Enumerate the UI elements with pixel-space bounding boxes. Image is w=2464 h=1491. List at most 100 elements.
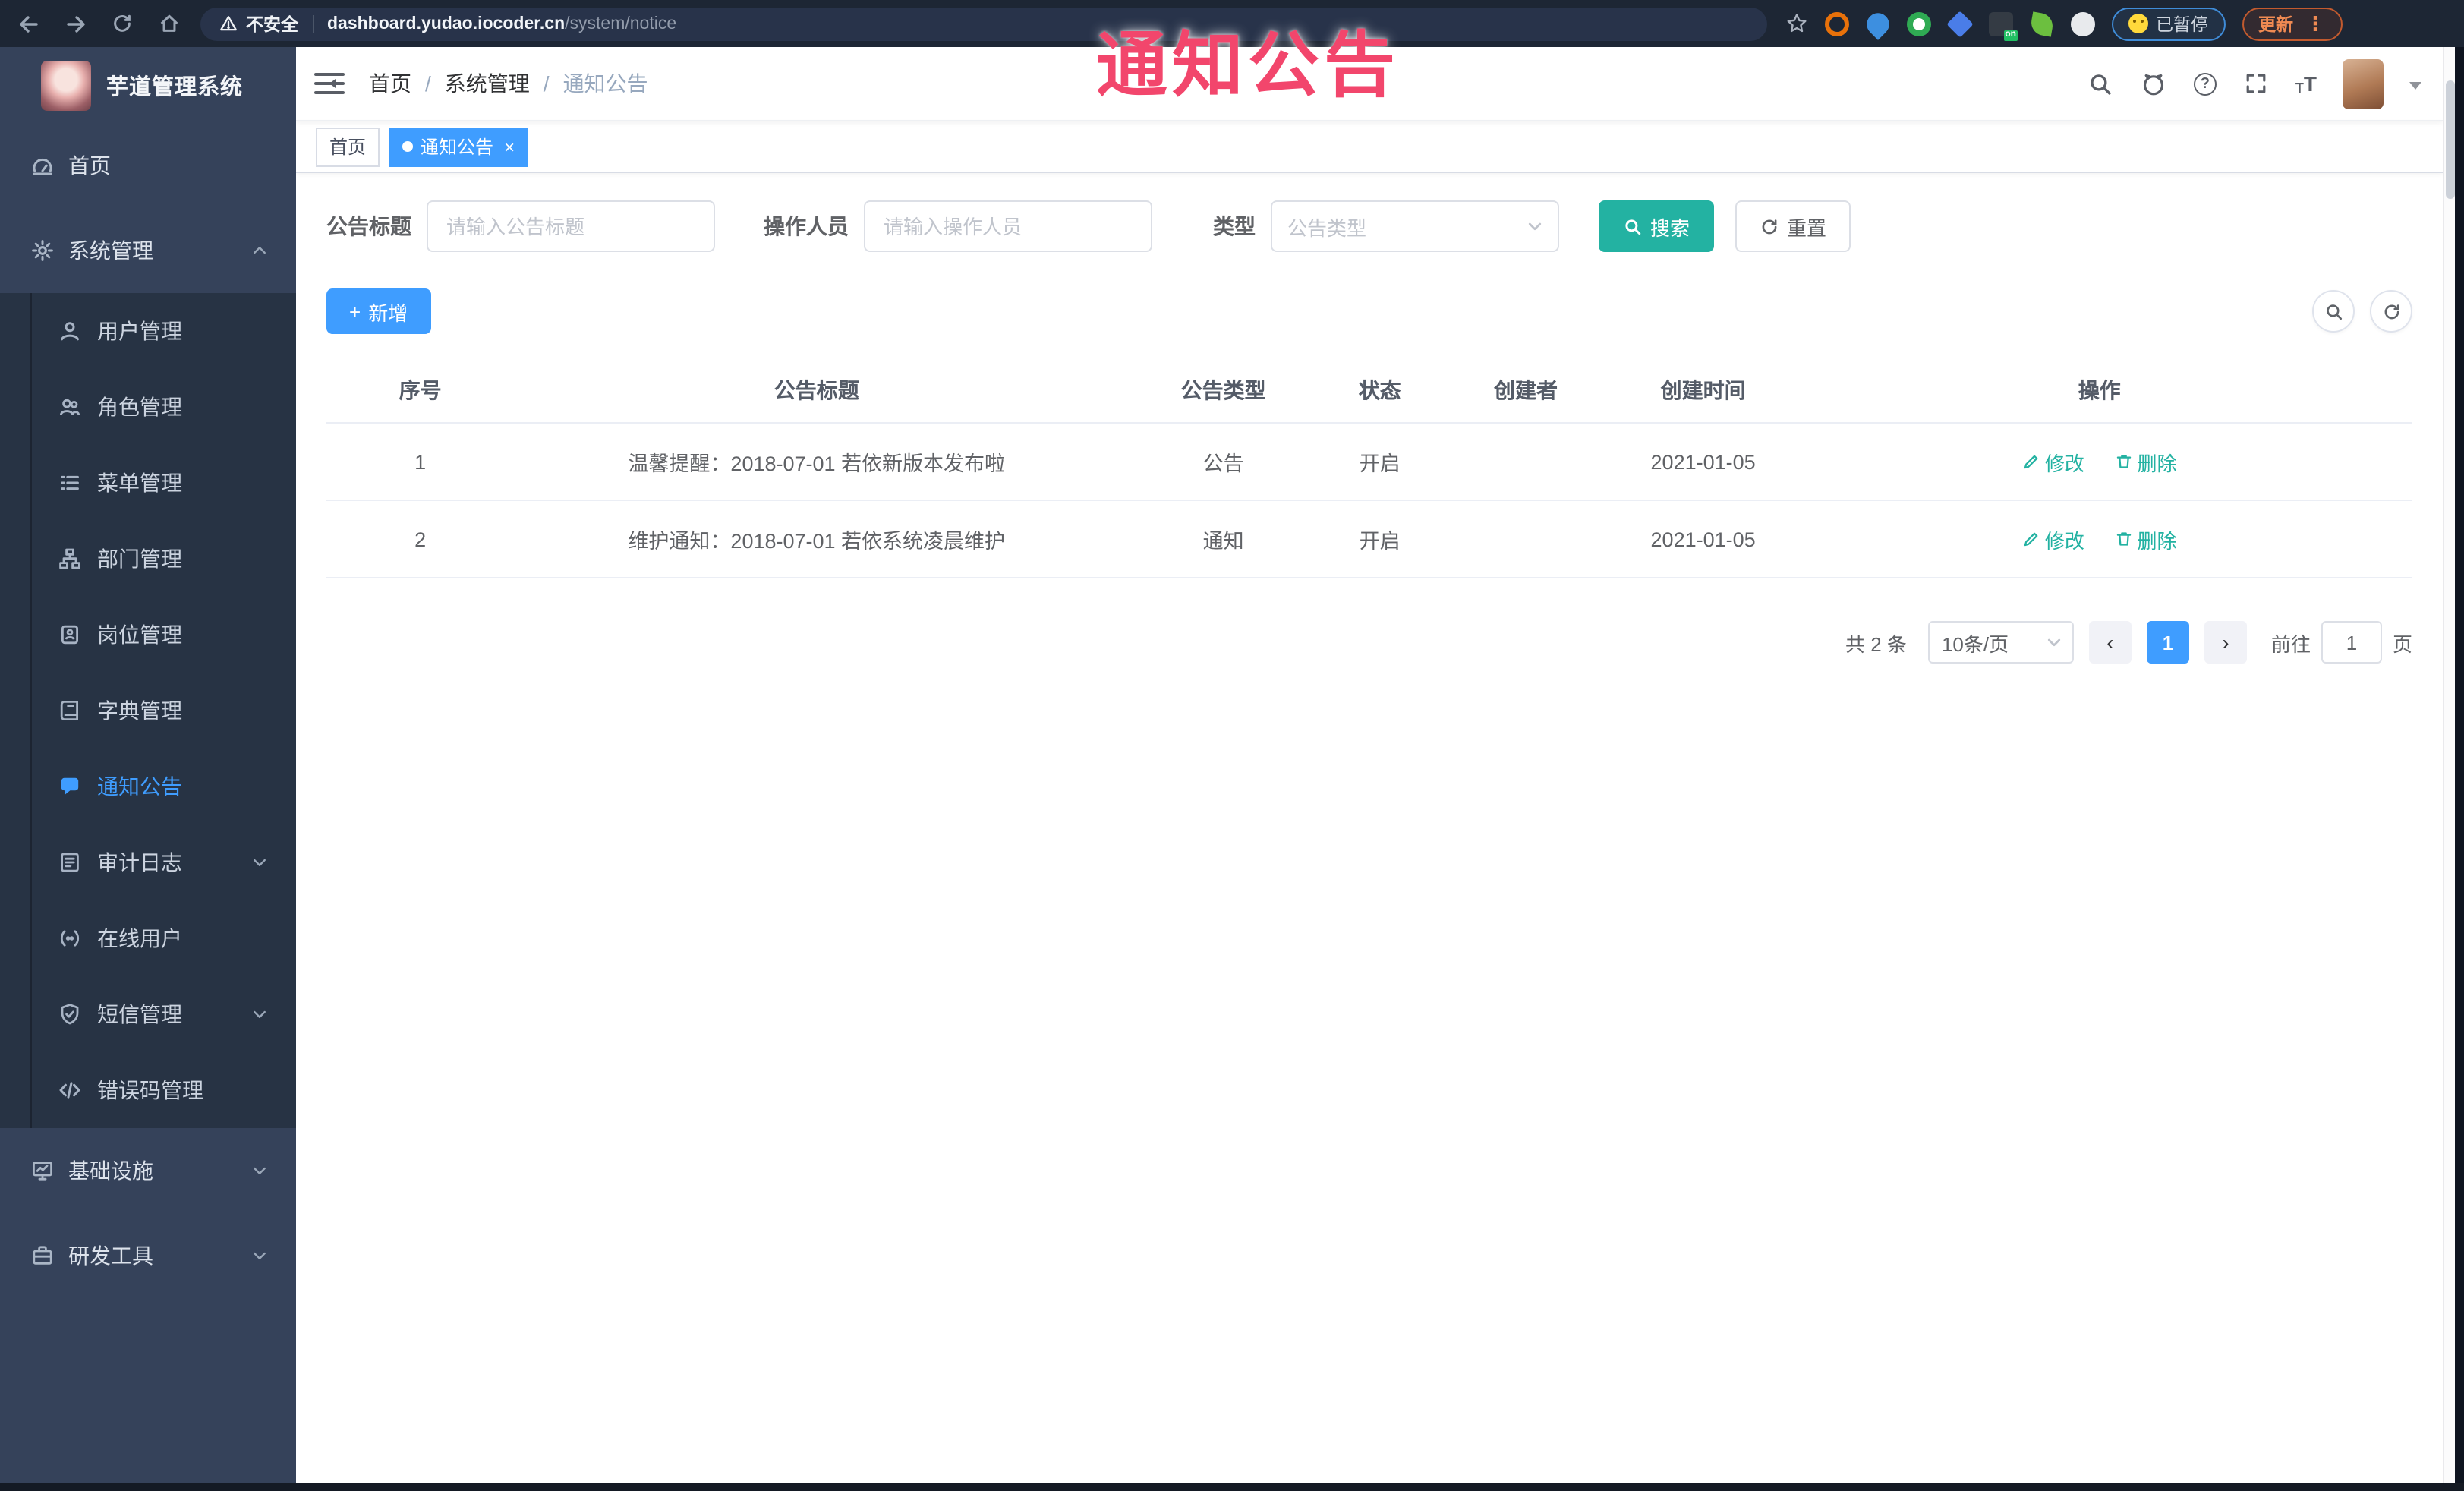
title-filter-label: 公告标题 (326, 214, 411, 238)
column-header: 公告类型 (1180, 378, 1266, 402)
cell-create-time: 2021-01-05 (1650, 450, 1756, 473)
select-placeholder: 公告类型 (1287, 216, 1367, 239)
close-icon[interactable]: × (504, 137, 515, 156)
delete-label: 删除 (2137, 529, 2177, 552)
address-bar[interactable]: 不安全 dashboard.yudao.iocoder.cn/system/no… (200, 7, 1767, 40)
extension-orange-icon[interactable] (1825, 11, 1849, 36)
breadcrumb-home[interactable]: 首页 (369, 68, 411, 99)
sidebar-item-home[interactable]: 首页 (0, 123, 296, 208)
add-button[interactable]: + 新增 (326, 288, 431, 334)
user-icon (58, 319, 82, 343)
table-row: 1 温馨提醒：2018-07-01 若依新版本发布啦 公告 开启 2021-01… (326, 424, 2412, 501)
forward-icon[interactable] (62, 11, 88, 36)
table-toolbar: + 新增 (326, 288, 2412, 334)
security-warning[interactable]: 不安全 (219, 11, 298, 36)
tag-notice[interactable]: 通知公告 × (389, 127, 529, 166)
prev-page-button[interactable]: ‹ (2088, 621, 2132, 664)
search-button[interactable]: 搜索 (1599, 200, 1715, 252)
sidebar-toggle-icon[interactable] (314, 71, 345, 96)
pagination: 共 2 条 10条/页 ‹ 1 › 前往 页 (326, 621, 2412, 664)
sidebar-item-label: 部门管理 (97, 547, 182, 571)
help-icon[interactable]: ? (2193, 72, 2217, 95)
window-bottom-edge (0, 1483, 2464, 1491)
sidebar-item-infrastructure[interactable]: 基础设施 (0, 1128, 296, 1213)
sidebar-item-dev-tools[interactable]: 研发工具 (0, 1213, 296, 1298)
edit-button[interactable]: 修改 (2022, 525, 2084, 553)
update-label: 更新 (2258, 16, 2293, 34)
tag-home[interactable]: 首页 (316, 127, 380, 166)
avatar[interactable] (2343, 58, 2384, 109)
sidebar-item-label: 系统管理 (68, 238, 153, 263)
github-icon[interactable] (2141, 70, 2168, 97)
sidebar-item-roles[interactable]: 角色管理 (0, 369, 296, 445)
title-filter-input[interactable] (427, 200, 715, 252)
extension-switch-icon[interactable]: on (1989, 11, 2018, 40)
window-body: 芋道管理系统 首页 系统管理 用户管理 角色管理 菜单管理 部门管理 岗位管理 … (0, 47, 2464, 1491)
reload-icon[interactable] (109, 11, 135, 36)
page-size-value: 10条/页 (1941, 632, 2009, 655)
sidebar-item-menus[interactable]: 菜单管理 (0, 445, 296, 521)
current-page-button[interactable]: 1 (2146, 621, 2189, 664)
goto-page-input[interactable] (2321, 621, 2382, 664)
sidebar-item-online-users[interactable]: 在线用户 (0, 900, 296, 976)
delete-button[interactable]: 删除 (2114, 447, 2176, 476)
sidebar-item-label: 短信管理 (97, 1002, 182, 1026)
fullscreen-icon[interactable] (2242, 70, 2270, 97)
refresh-button[interactable] (2370, 290, 2412, 333)
extension-pin-icon[interactable] (1862, 8, 1894, 39)
extension-leaf-icon[interactable] (2029, 11, 2055, 36)
operator-filter-label: 操作人员 (764, 214, 849, 238)
sidebar-item-audit-log[interactable]: 审计日志 (0, 824, 296, 900)
delete-button[interactable]: 删除 (2114, 525, 2176, 553)
cell-type: 公告 (1202, 452, 1244, 475)
browser-update-button[interactable]: 更新 ⋮ (2242, 7, 2342, 40)
sidebar-item-error-codes[interactable]: 错误码管理 (0, 1052, 296, 1128)
sidebar-item-label: 角色管理 (97, 395, 182, 419)
next-page-button[interactable]: › (2204, 621, 2247, 664)
chevron-down-icon (1526, 217, 1544, 235)
sidebar-item-label: 审计日志 (97, 850, 182, 875)
extension-puzzle-icon[interactable] (2071, 11, 2095, 36)
cell-title: 维护通知：2018-07-01 若依系统凌晨维护 (628, 530, 1006, 553)
operator-filter-input[interactable] (864, 200, 1152, 252)
user-menu-caret-icon[interactable] (2409, 81, 2421, 95)
sidebar-item-notice[interactable]: 通知公告 (0, 749, 296, 824)
sidebar-item-system[interactable]: 系统管理 (0, 208, 296, 293)
book-icon (58, 698, 82, 723)
sidebar-item-dictionary[interactable]: 字典管理 (0, 673, 296, 749)
chevron-down-icon (250, 1162, 269, 1180)
url-path: /system/notice (565, 14, 677, 33)
sidebar-item-users[interactable]: 用户管理 (0, 293, 296, 369)
navbar-right: ? TT (2087, 58, 2421, 109)
extension-green-icon[interactable] (1907, 11, 1931, 36)
chevron-up-icon (250, 241, 269, 260)
edit-button[interactable]: 修改 (2022, 447, 2084, 476)
profile-paused-chip[interactable]: 已暂停 (2112, 7, 2225, 40)
toggle-search-button[interactable] (2312, 290, 2355, 333)
extension-diamond-icon[interactable] (1946, 10, 1974, 37)
back-icon[interactable] (15, 11, 41, 36)
sidebar-item-departments[interactable]: 部门管理 (0, 521, 296, 597)
delete-label: 删除 (2137, 452, 2177, 474)
breadcrumb-system[interactable]: 系统管理 (445, 68, 530, 99)
home-icon[interactable] (156, 11, 182, 36)
trash-icon (2116, 455, 2131, 468)
reset-button[interactable]: 重置 (1735, 200, 1851, 252)
sidebar-item-sms[interactable]: 短信管理 (0, 976, 296, 1052)
column-header: 序号 (399, 378, 442, 402)
search-icon[interactable] (2087, 70, 2115, 97)
breadcrumb: 首页 / 系统管理 / 通知公告 (369, 68, 648, 99)
scrollbar-thumb[interactable] (2446, 80, 2455, 199)
browser-menu-icon[interactable]: ⋮ (2305, 13, 2325, 33)
sidebar-item-label: 首页 (68, 153, 111, 178)
page-size-select[interactable]: 10条/页 (1927, 621, 2074, 664)
sidebar-item-label: 错误码管理 (97, 1078, 203, 1102)
active-dot (402, 141, 414, 152)
scrollbar[interactable] (2443, 47, 2455, 1491)
font-size-icon[interactable]: TT (2295, 71, 2317, 96)
bookmark-star-icon[interactable] (1785, 12, 1808, 35)
app-logo[interactable]: 芋道管理系统 (0, 47, 296, 123)
type-filter-select[interactable]: 公告类型 (1271, 200, 1559, 252)
filter-form: 公告标题 操作人员 类型 公告类型 (326, 200, 2412, 252)
sidebar-item-posts[interactable]: 岗位管理 (0, 597, 296, 673)
